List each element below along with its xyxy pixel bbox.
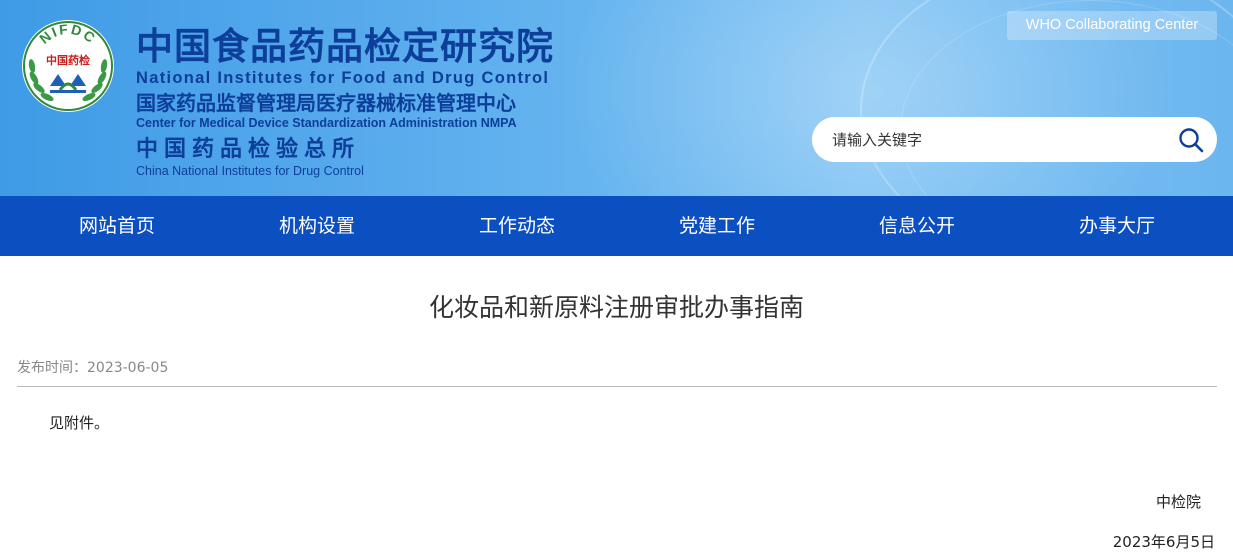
publish-label: 发布时间：: [17, 360, 87, 376]
search-box: [812, 117, 1217, 162]
site-title-block: 中国食品药品检定研究院 National Institutes for Food…: [136, 25, 554, 179]
org-name-cn: 中国食品药品检定研究院: [136, 25, 554, 68]
logo-inner-text: 中国药检: [46, 53, 90, 67]
institute-name-en: China National Institutes for Drug Contr…: [136, 164, 364, 178]
who-collaborating-center-link[interactable]: WHO Collaborating Center: [1007, 11, 1217, 40]
nav-item-party-building[interactable]: 党建工作: [617, 196, 817, 256]
search-input[interactable]: [832, 117, 1172, 162]
divider: [17, 386, 1217, 387]
main-nav: 网站首页 机构设置 工作动态 党建工作 信息公开 办事大厅: [0, 196, 1233, 256]
publish-date: 2023-06-05: [87, 360, 169, 376]
center-name-cn: 国家药品监督管理局医疗器械标准管理中心: [136, 91, 516, 115]
signature-org: 中检院: [1155, 493, 1201, 511]
header-banner: NIFDC 中国药检 中国食品药品检定研究院 National Institut…: [0, 0, 1233, 196]
search-icon[interactable]: [1177, 126, 1205, 154]
nav-item-news[interactable]: 工作动态: [417, 196, 617, 256]
article-body: 见附件。: [49, 414, 110, 432]
institute-name-cn: 中国药品检验总所: [136, 137, 361, 162]
nav-item-organization[interactable]: 机构设置: [217, 196, 417, 256]
publish-meta: 发布时间：2023-06-05: [17, 358, 168, 378]
nifdc-logo[interactable]: NIFDC 中国药检: [20, 18, 116, 114]
nav-item-service-hall[interactable]: 办事大厅: [1017, 196, 1217, 256]
nav-item-home[interactable]: 网站首页: [17, 196, 217, 256]
org-name-en: National Institutes for Food and Drug Co…: [136, 69, 550, 87]
article-title: 化妆品和新原料注册审批办事指南: [428, 293, 804, 322]
nav-item-disclosure[interactable]: 信息公开: [817, 196, 1017, 256]
signature-date: 2023年6月5日: [1112, 533, 1215, 551]
center-name-en: Center for Medical Device Standardizatio…: [136, 116, 517, 130]
